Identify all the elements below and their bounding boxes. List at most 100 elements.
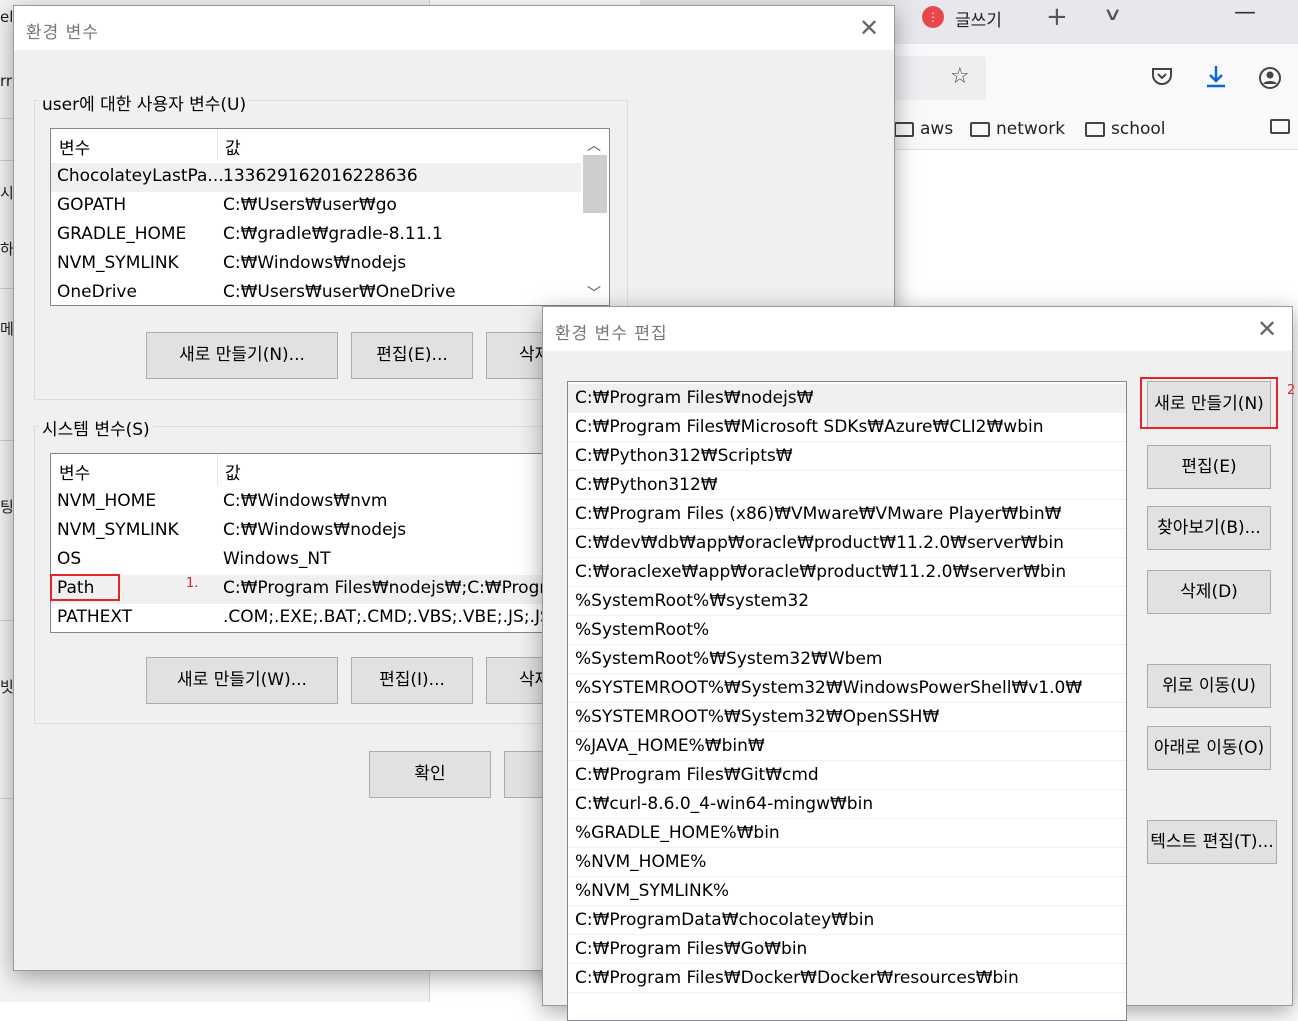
background-text-fragment: 시 [0, 184, 14, 202]
column-header-value[interactable]: 값 [225, 459, 241, 484]
path-text: %SystemRoot%₩System32₩Wbem [575, 649, 883, 669]
user-variables-label: user에 대한 사용자 변수(U) [39, 90, 250, 115]
new-tab-button[interactable]: + [1046, 2, 1068, 32]
list-item[interactable]: %GRADLE_HOME%₩bin [568, 819, 1126, 848]
path-text: C:₩Python312₩Scripts₩ [575, 446, 793, 466]
system-new-button[interactable]: 새로 만들기(W)... [146, 657, 338, 704]
download-icon[interactable] [1204, 64, 1228, 96]
scrollbar-thumb[interactable] [583, 155, 607, 213]
user-edit-button[interactable]: 편집(E)... [351, 332, 473, 379]
column-header-value[interactable]: 값 [225, 134, 241, 159]
table-row[interactable]: GRADLE_HOME C:₩gradle₩gradle-8.11.1 [51, 221, 609, 250]
table-row[interactable]: OneDrive C:₩Users₩user₩OneDrive [51, 279, 609, 305]
list-item[interactable]: %NVM_SYMLINK% [568, 877, 1126, 906]
annotation-highlight-box [50, 574, 120, 601]
variable-name: OneDrive [57, 282, 137, 302]
column-separator[interactable] [217, 454, 218, 486]
path-text: %SYSTEMROOT%₩System32₩WindowsPowerShell₩… [575, 678, 1083, 698]
path-text: C:₩curl-8.6.0_4-win64-mingw₩bin [575, 794, 874, 814]
path-text: %GRADLE_HOME%₩bin [575, 823, 780, 843]
user-variables-list[interactable]: 변수 값 ChocolateyLastPa... 133629162016228… [50, 128, 610, 306]
list-item[interactable]: C:₩Python312₩Scripts₩ [568, 442, 1126, 471]
tab-list-chevron-icon[interactable]: ∨ [1103, 4, 1123, 25]
ok-button[interactable]: 확인 [369, 751, 491, 798]
table-row[interactable]: OS Windows_NT [51, 546, 609, 575]
divider [0, 620, 14, 621]
table-row[interactable]: ChocolateyLastPa... 133629162016228636 [51, 163, 581, 192]
path-text: %SystemRoot% [575, 620, 710, 640]
path-text: C:₩Program Files₩Microsoft SDKs₩Azure₩CL… [575, 417, 1044, 437]
variable-value: C:₩gradle₩gradle-8.11.1 [223, 224, 443, 244]
minimize-button[interactable]: — [1234, 0, 1256, 25]
column-header-variable[interactable]: 변수 [59, 459, 90, 484]
list-item[interactable]: C:₩dev₩db₩app₩oracle₩product₩11.2.0₩serv… [568, 529, 1126, 558]
list-item[interactable]: %SystemRoot%₩system32 [568, 587, 1126, 616]
close-icon[interactable]: ✕ [859, 14, 879, 42]
bookmark-school[interactable]: school [1085, 119, 1166, 139]
variable-name: NVM_HOME [57, 491, 157, 511]
background-text-fragment: 하 [0, 240, 14, 258]
edit-text-button[interactable]: 텍스트 편집(T)... [1147, 820, 1277, 864]
star-icon[interactable]: ☆ [950, 64, 970, 89]
variable-value: C:₩Users₩user₩go [223, 195, 397, 215]
list-item[interactable]: %SystemRoot%₩System32₩Wbem [568, 645, 1126, 674]
browser-tab[interactable]: 글쓰기 [955, 6, 1002, 31]
bookmark-network[interactable]: network [970, 119, 1065, 139]
bookmark-folder[interactable] [1270, 119, 1290, 134]
variable-value: C:₩Windows₩nodejs [223, 253, 407, 273]
scroll-down-icon[interactable]: ﹀ [587, 283, 601, 303]
list-header: 변수 값 [51, 454, 609, 486]
path-text: %SystemRoot%₩system32 [575, 591, 810, 611]
user-new-button[interactable]: 새로 만들기(N)... [146, 332, 338, 379]
list-item[interactable]: C:₩Program Files₩Microsoft SDKs₩Azure₩CL… [568, 413, 1126, 442]
table-row[interactable]: GOPATH C:₩Users₩user₩go [51, 192, 609, 221]
table-row[interactable]: NVM_HOME C:₩Windows₩nvm [51, 488, 609, 517]
dialog-titlebar: 환경 변수 편집 ✕ [543, 307, 1292, 351]
annotation-label: 2 [1287, 383, 1296, 398]
folder-icon [1270, 119, 1290, 134]
move-up-button[interactable]: 위로 이동(U) [1147, 664, 1271, 708]
delete-path-button[interactable]: 삭제(D) [1147, 570, 1271, 614]
list-item[interactable]: %SYSTEMROOT%₩System32₩WindowsPowerShell₩… [568, 674, 1126, 703]
list-item[interactable]: C:₩Python312₩ [568, 471, 1126, 500]
divider [0, 440, 14, 441]
variable-value: C:₩Users₩user₩OneDrive [223, 282, 456, 302]
column-separator[interactable] [217, 129, 218, 161]
list-item[interactable]: C:₩ProgramData₩chocolatey₩bin [568, 906, 1126, 935]
path-text: C:₩dev₩db₩app₩oracle₩product₩11.2.0₩serv… [575, 533, 1064, 553]
table-row[interactable]: NVM_SYMLINK C:₩Windows₩nodejs [51, 250, 609, 279]
list-item[interactable]: %SYSTEMROOT%₩System32₩OpenSSH₩ [568, 703, 1126, 732]
vertical-scrollbar[interactable]: ︿ ﹀ [582, 129, 609, 305]
list-item[interactable]: %SystemRoot% [568, 616, 1126, 645]
path-entries-list[interactable]: C:₩Program Files₩nodejs₩ C:₩Program File… [567, 381, 1127, 1021]
edit-path-button[interactable]: 편집(E) [1147, 445, 1271, 489]
pocket-icon[interactable] [1150, 64, 1174, 94]
scroll-up-icon[interactable]: ︿ [587, 135, 601, 155]
table-row[interactable]: PATHEXT .COM;.EXE;.BAT;.CMD;.VBS;.VBE;.J… [51, 604, 609, 632]
path-text: C:₩Program Files₩Git₩cmd [575, 765, 819, 785]
system-edit-button[interactable]: 편집(I)... [351, 657, 473, 704]
list-item[interactable]: %JAVA_HOME%₩bin₩ [568, 732, 1126, 761]
browse-button[interactable]: 찾아보기(B)... [1147, 506, 1271, 550]
list-header: 변수 값 [51, 129, 609, 161]
variable-value: C:₩Windows₩nodejs [223, 520, 407, 540]
list-item[interactable]: C:₩oraclexe₩app₩oracle₩product₩11.2.0₩se… [568, 558, 1126, 587]
move-down-button[interactable]: 아래로 이동(O) [1147, 726, 1271, 770]
list-item[interactable]: C:₩Program Files₩Go₩bin [568, 935, 1126, 964]
system-variables-list[interactable]: 변수 값 NVM_HOME C:₩Windows₩nvm NVM_SYMLINK… [50, 453, 610, 633]
bookmark-aws[interactable]: aws [894, 119, 953, 139]
list-item[interactable]: C:₩Program Files₩Docker₩Docker₩resources… [568, 964, 1126, 993]
table-row-path[interactable]: Path C:₩Program Files₩nodejs₩;C:₩Program… [51, 575, 609, 604]
annotation-highlight-box [1140, 377, 1278, 429]
url-bar[interactable] [880, 56, 986, 100]
column-header-variable[interactable]: 변수 [59, 134, 90, 159]
close-icon[interactable]: ✕ [1257, 315, 1277, 343]
list-item[interactable]: C:₩Program Files₩Git₩cmd [568, 761, 1126, 790]
dialog-title: 환경 변수 편집 [555, 324, 668, 344]
list-item[interactable]: %NVM_HOME% [568, 848, 1126, 877]
list-item[interactable]: C:₩curl-8.6.0_4-win64-mingw₩bin [568, 790, 1126, 819]
account-icon[interactable] [1258, 66, 1282, 96]
list-item[interactable]: C:₩Program Files (x86)₩VMware₩VMware Pla… [568, 500, 1126, 529]
list-item[interactable]: C:₩Program Files₩nodejs₩ [568, 384, 1126, 413]
table-row[interactable]: NVM_SYMLINK C:₩Windows₩nodejs [51, 517, 609, 546]
